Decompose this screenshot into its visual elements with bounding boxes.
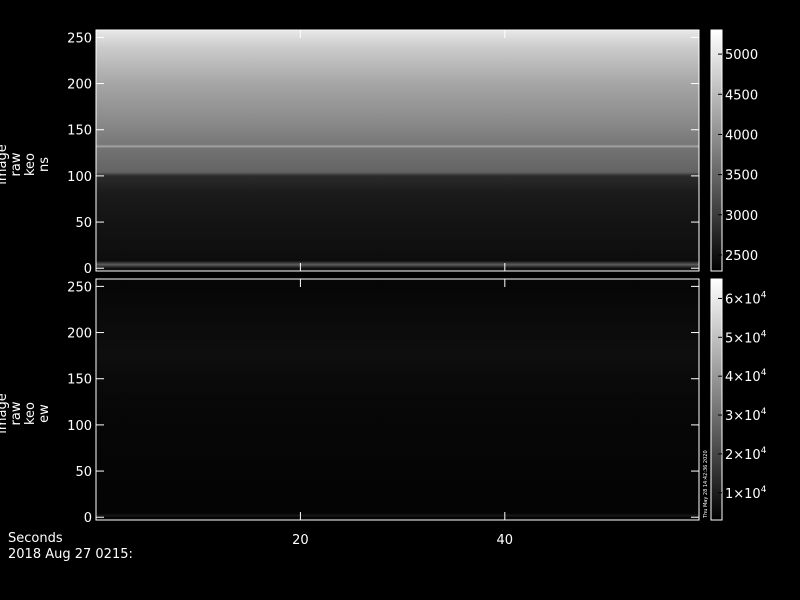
- colorbar-tick-label: 5×104: [725, 329, 767, 346]
- date-label: 2018 Aug 27 0215:: [8, 547, 133, 562]
- colorbar-tick-label: 6×104: [725, 290, 767, 307]
- y-tick-label: 100: [67, 170, 92, 185]
- y-axis-label-line: raw: [9, 401, 24, 425]
- y-tick-label: 0: [84, 262, 92, 277]
- x-tick-label: 40: [497, 533, 514, 548]
- keogram-image-ew: [96, 279, 699, 520]
- y-axis-label-line: keo: [23, 153, 38, 176]
- y-axis-label-line: raw: [9, 152, 24, 176]
- colorbar-tick-label: 3×104: [725, 407, 767, 424]
- plot-timestamp-stamp: Thu May 28 14:42:36 2020: [703, 450, 709, 518]
- colorbar-tick-label: 2×104: [725, 446, 767, 463]
- y-tick-label: 0: [84, 511, 92, 526]
- colorbar-tick-label: 4500: [725, 88, 758, 103]
- colorbar-tick-label: 1×104: [725, 485, 767, 502]
- y-axis-label-line: ew: [37, 404, 52, 423]
- keogram-figure: 050100150200250image raw keo ns250030003500…: [0, 29, 767, 548]
- y-tick-label: 250: [67, 280, 92, 295]
- y-axis-label-line: keo: [23, 402, 38, 425]
- colorbar-tick-label: 5000: [725, 48, 758, 63]
- y-tick-label: 50: [75, 465, 92, 480]
- y-tick-label: 200: [67, 327, 92, 342]
- colorbar-tick-label: 2500: [725, 249, 758, 264]
- y-tick-label: 50: [75, 216, 92, 231]
- colorbar-tick-label: 4×104: [725, 368, 767, 385]
- colorbar-tick-label: 3500: [725, 169, 758, 184]
- y-tick-label: 150: [67, 124, 92, 139]
- x-axis-title: Seconds: [8, 531, 63, 546]
- keogram-image-ns: [96, 30, 699, 271]
- colorbar-tick-label: 3000: [725, 209, 758, 224]
- colorbar-tick-label: 4000: [725, 128, 758, 143]
- y-tick-label: 200: [67, 78, 92, 93]
- y-tick-label: 100: [67, 419, 92, 434]
- y-axis-label-line: ns: [37, 157, 52, 172]
- colorbar: [710, 29, 723, 272]
- y-tick-label: 250: [67, 31, 92, 46]
- x-tick-label: 20: [292, 533, 309, 548]
- y-tick-label: 150: [67, 373, 92, 388]
